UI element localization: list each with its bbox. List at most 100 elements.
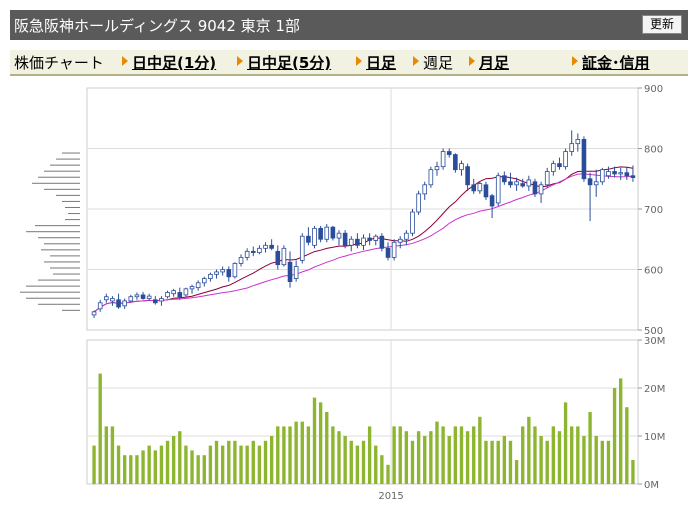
volume-by-price-bar (26, 285, 80, 287)
volume-bar (233, 440, 237, 484)
candle-body (293, 266, 299, 279)
volume-bar (300, 421, 304, 484)
volume-bar (325, 412, 329, 484)
volume-bar (631, 460, 635, 484)
volume-bar (539, 436, 543, 484)
candle-body (299, 235, 305, 261)
volume-by-price-bar (41, 249, 80, 251)
candle-body (269, 244, 274, 249)
volume-bar (159, 445, 164, 484)
volume-bar (484, 440, 488, 484)
candle-body (214, 271, 219, 275)
volume-bar (190, 450, 194, 484)
candle-body (342, 232, 348, 246)
volume-by-price-bar (32, 182, 80, 184)
volume-bar (392, 426, 396, 484)
volume-bar (318, 402, 323, 484)
candle-body (367, 237, 372, 241)
candle-body (104, 296, 109, 301)
volume-bar (92, 445, 96, 484)
volume-bar (269, 436, 274, 484)
price-axis: 500600700800900 (638, 84, 663, 337)
candle-body (189, 286, 195, 290)
volume-bar (312, 397, 317, 484)
price-tick-label: 600 (644, 266, 663, 277)
volume-by-price-bar (44, 188, 80, 190)
volume-bar (122, 455, 127, 484)
candle-body (404, 232, 409, 240)
candle-body (122, 300, 127, 307)
volume-bar (361, 440, 366, 484)
candle-body (152, 299, 158, 304)
price-tick-label: 800 (644, 145, 663, 156)
candle-body (183, 288, 189, 296)
volume-bar (441, 426, 445, 484)
volume-bar (606, 440, 611, 484)
volume-bar (410, 440, 415, 484)
candle-body (397, 238, 403, 243)
candle-body (440, 151, 446, 168)
candle-body (520, 183, 526, 187)
candle-body (171, 290, 176, 295)
candle-body (232, 263, 238, 278)
volume-bar (576, 426, 580, 484)
volume-by-price-bar (68, 213, 80, 215)
volume-by-price-bar (26, 231, 80, 233)
candle-body (495, 175, 501, 204)
volume-bar (600, 440, 605, 484)
volume-bar (423, 436, 427, 484)
candle-body (97, 302, 103, 310)
candle-body (336, 232, 342, 239)
candle-body (306, 235, 311, 243)
candle-body (238, 256, 244, 264)
candle-body (361, 237, 366, 246)
volume-bar (429, 431, 433, 484)
volume-bar (104, 426, 108, 484)
volume-bar (129, 455, 133, 484)
candle-body (477, 183, 483, 192)
volume-by-price-bar (20, 291, 80, 293)
volume-by-price-bar (50, 267, 80, 269)
candle-body (551, 163, 556, 172)
volume-bar (508, 440, 513, 484)
volume-bar (184, 445, 188, 484)
candle-body (330, 226, 336, 239)
volume-bar (551, 426, 556, 484)
candle-body (195, 282, 201, 289)
volume-by-price-bar (62, 200, 80, 202)
volume-bar (398, 426, 402, 484)
volume-bar (116, 445, 121, 484)
volume-tick-label: 20M (644, 384, 665, 395)
volume-bar (465, 431, 470, 484)
volume-bar (502, 436, 507, 484)
volume-by-price-bar (56, 158, 80, 160)
volume-bar (435, 421, 439, 484)
candle-body (116, 299, 121, 308)
candle-body (165, 292, 170, 298)
candle-body (434, 166, 440, 171)
volume-bar (355, 445, 360, 484)
volume-bar (196, 455, 200, 484)
candle-body (459, 163, 464, 171)
candle-body (502, 175, 507, 183)
candle-body (318, 227, 323, 240)
volume-bar (545, 440, 549, 484)
volume-by-price-bar (38, 176, 80, 178)
candle-body (128, 296, 134, 302)
volume-bar (380, 455, 384, 484)
volume-bar (251, 440, 255, 484)
volume-bar (404, 431, 409, 484)
volume-bar (110, 426, 115, 484)
volume-bar (337, 431, 341, 484)
volume-bar (563, 402, 568, 484)
volume-bar (276, 426, 280, 484)
volume-bar (214, 440, 219, 484)
volume-bar (165, 440, 170, 484)
candle-body (575, 139, 581, 145)
volume-bar (367, 426, 372, 484)
volume-bar (288, 426, 292, 484)
candle-body (201, 278, 207, 284)
volume-bar (594, 436, 598, 484)
volume-bar (490, 440, 494, 484)
candle-body (489, 195, 495, 207)
